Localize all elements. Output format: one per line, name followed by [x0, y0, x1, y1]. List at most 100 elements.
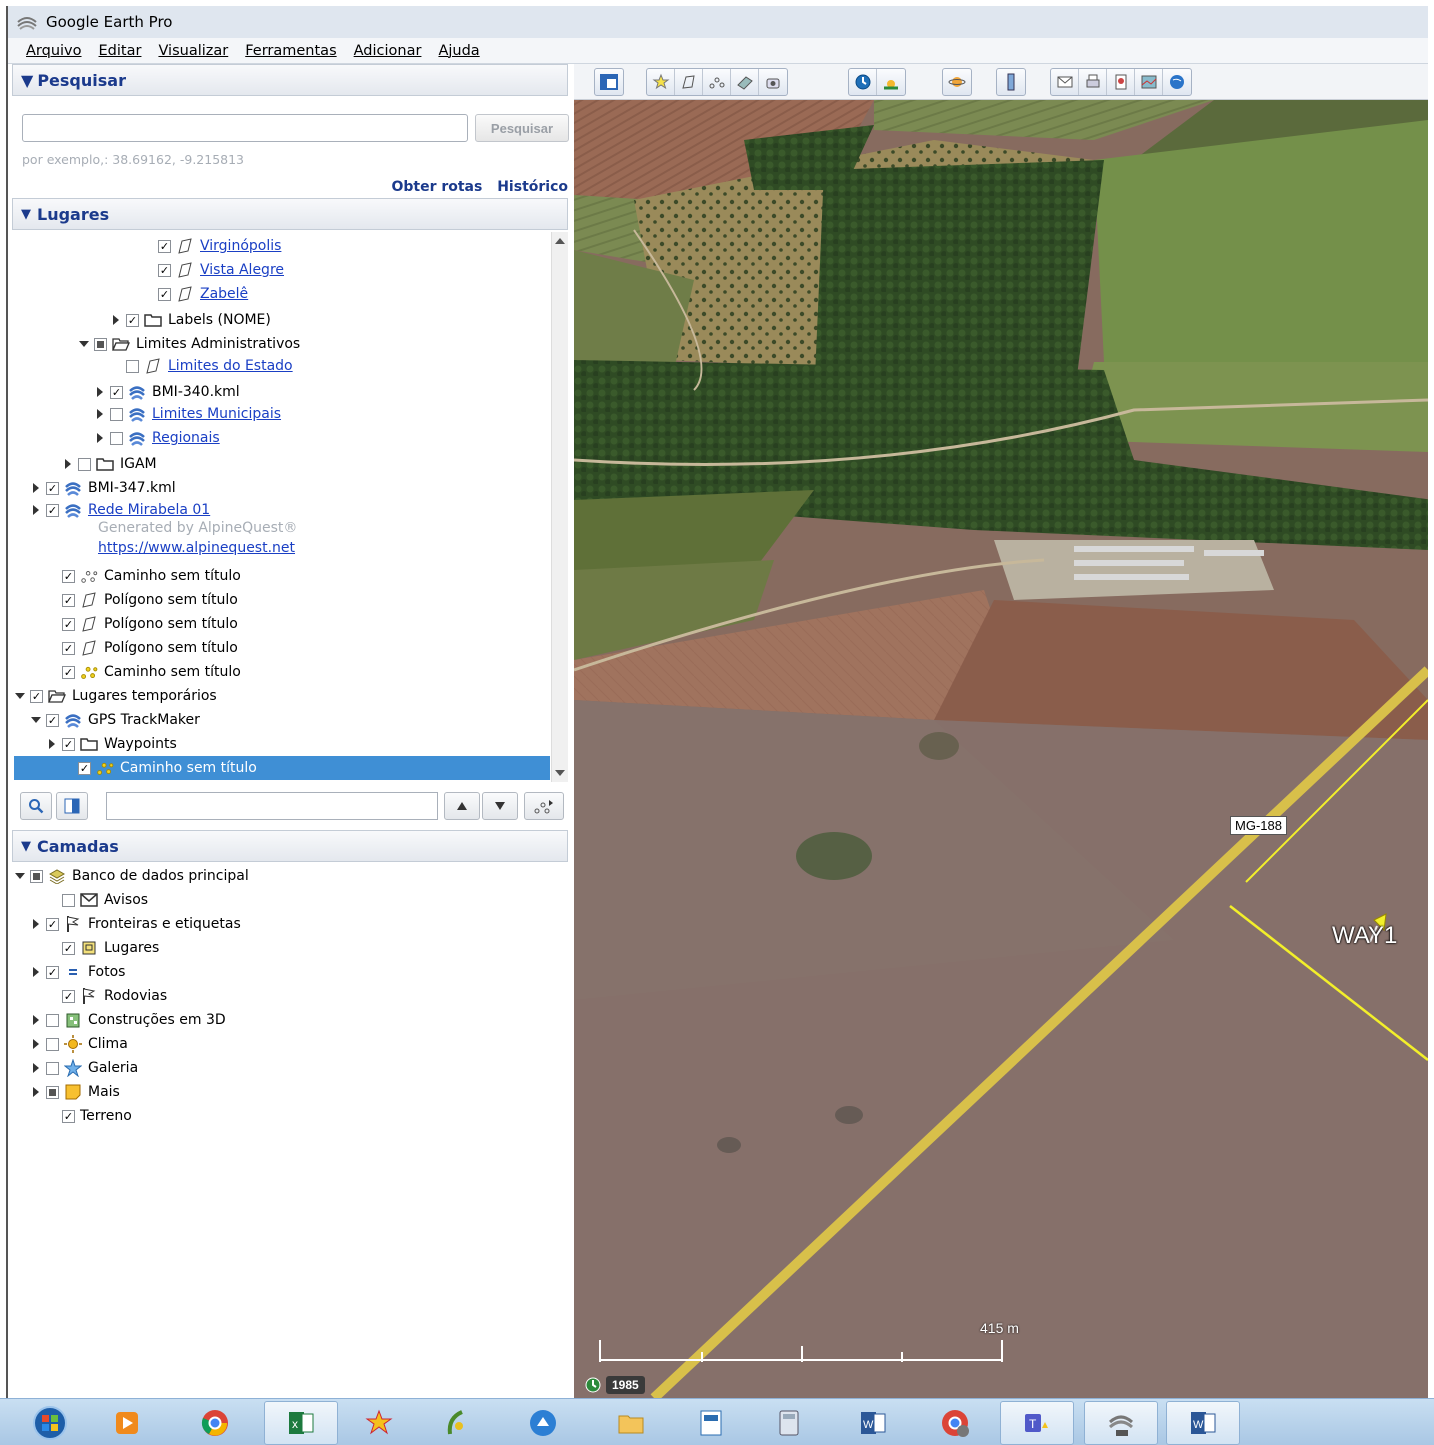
- layers-row[interactable]: Construções em 3D: [30, 1008, 226, 1032]
- print-icon[interactable]: [1079, 69, 1107, 95]
- visibility-checkbox[interactable]: [94, 337, 107, 351]
- description-link[interactable]: https://www.alpinequest.net: [98, 540, 295, 556]
- places-row[interactable]: ✓ BMI-340.kml: [94, 380, 240, 404]
- chrome-icon[interactable]: [178, 1401, 252, 1445]
- places-row[interactable]: ✓ Vista Alegre: [142, 258, 284, 282]
- visibility-checkbox[interactable]: [110, 407, 123, 421]
- search-panel-header[interactable]: ▼ Pesquisar: [12, 64, 568, 96]
- calculator-icon[interactable]: [752, 1401, 826, 1445]
- menu-arquivo[interactable]: Arquivo: [26, 43, 82, 59]
- collapsed-triangle-icon[interactable]: [110, 314, 122, 326]
- expanded-triangle-icon[interactable]: [14, 690, 26, 702]
- expanded-triangle-icon[interactable]: [78, 338, 90, 350]
- word-icon[interactable]: W: [1166, 1401, 1240, 1445]
- start-icon[interactable]: [20, 1401, 80, 1445]
- places-row[interactable]: ✓ Waypoints: [46, 732, 177, 756]
- places-row-label[interactable]: Regionais: [152, 430, 220, 446]
- satellite-imagery[interactable]: [574, 100, 1428, 1398]
- places-panel-header[interactable]: ▼ Lugares: [12, 198, 568, 230]
- places-row[interactable]: ✓ BMI-347.kml: [30, 476, 176, 500]
- collapsed-triangle-icon[interactable]: [94, 386, 106, 398]
- historical-imagery-icon[interactable]: [849, 69, 877, 95]
- visibility-checkbox[interactable]: ✓: [62, 641, 75, 655]
- map-view[interactable]: MG-188 WAY1 415 m 1985: [574, 64, 1428, 1398]
- view-in-maps-icon[interactable]: [1135, 69, 1163, 95]
- places-row[interactable]: Regionais: [94, 426, 220, 450]
- layers-row[interactable]: ✓ Rodovias: [46, 984, 167, 1008]
- places-row[interactable]: https://www.alpinequest.net: [98, 538, 295, 558]
- visibility-checkbox[interactable]: [30, 869, 43, 883]
- expanded-triangle-icon[interactable]: [14, 870, 26, 882]
- places-row-label[interactable]: Vista Alegre: [200, 262, 284, 278]
- add-overlay-icon[interactable]: [731, 69, 759, 95]
- visibility-checkbox[interactable]: [126, 359, 139, 373]
- places-row[interactable]: ✓ GPS TrackMaker: [30, 708, 200, 732]
- layers-row[interactable]: Banco de dados principal: [14, 864, 249, 888]
- visibility-checkbox[interactable]: ✓: [62, 665, 75, 679]
- collapsed-triangle-icon[interactable]: [30, 1014, 42, 1026]
- places-row[interactable]: ✓ Zabelê: [142, 282, 248, 306]
- visibility-checkbox[interactable]: ✓: [62, 617, 75, 631]
- menu-ferramentas[interactable]: Ferramentas: [245, 43, 336, 59]
- collapsed-triangle-icon[interactable]: [30, 504, 42, 516]
- collapsed-triangle-icon[interactable]: [30, 1038, 42, 1050]
- tour-button[interactable]: [524, 792, 564, 820]
- layers-row[interactable]: ✓ Fotos: [30, 960, 125, 984]
- places-row[interactable]: Generated by AlpineQuest®: [98, 518, 297, 538]
- places-row[interactable]: ✓ Labels (NOME): [110, 308, 271, 332]
- earth-globe-icon[interactable]: [1163, 69, 1191, 95]
- visibility-checkbox[interactable]: ✓: [62, 737, 75, 751]
- record-tour-icon[interactable]: [759, 69, 787, 95]
- visibility-checkbox[interactable]: [46, 1061, 59, 1075]
- visibility-checkbox[interactable]: ✓: [62, 593, 75, 607]
- visibility-checkbox[interactable]: ✓: [30, 689, 43, 703]
- visibility-checkbox[interactable]: [62, 893, 75, 907]
- history-link[interactable]: Histórico: [497, 179, 568, 195]
- email-icon[interactable]: [1051, 69, 1079, 95]
- visibility-checkbox[interactable]: ✓: [62, 989, 75, 1003]
- collapsed-triangle-icon[interactable]: [94, 408, 106, 420]
- media-player-icon[interactable]: [90, 1401, 164, 1445]
- visibility-checkbox[interactable]: ✓: [62, 1109, 75, 1123]
- collapsed-triangle-icon[interactable]: [30, 1086, 42, 1098]
- places-row[interactable]: Limites Administrativos: [78, 332, 300, 356]
- visibility-checkbox[interactable]: ✓: [158, 239, 171, 253]
- places-row-label[interactable]: Rede Mirabela 01: [88, 502, 210, 518]
- layers-row[interactable]: ✓ Fronteiras e etiquetas: [30, 912, 241, 936]
- visibility-checkbox[interactable]: ✓: [110, 385, 123, 399]
- chrome-user-icon[interactable]: [918, 1401, 992, 1445]
- places-row[interactable]: ✓ Lugares temporários: [14, 684, 217, 708]
- collapsed-triangle-icon[interactable]: [94, 432, 106, 444]
- toggle-sidebar-button[interactable]: [594, 68, 624, 96]
- places-row-label[interactable]: Limites Municipais: [152, 406, 281, 422]
- layers-row[interactable]: Clima: [30, 1032, 128, 1056]
- layers-panel-header[interactable]: ▼ Camadas: [12, 830, 568, 862]
- scroll-down-icon[interactable]: [555, 770, 565, 776]
- visibility-checkbox[interactable]: ✓: [46, 713, 59, 727]
- visibility-checkbox[interactable]: [46, 1037, 59, 1051]
- places-row-label[interactable]: Virginópolis: [200, 238, 281, 254]
- waypoint-label[interactable]: WAY1: [1332, 922, 1397, 950]
- visibility-checkbox[interactable]: ✓: [158, 263, 171, 277]
- places-row[interactable]: ✓ Polígono sem título: [46, 636, 238, 660]
- visibility-checkbox[interactable]: ✓: [158, 287, 171, 301]
- visibility-checkbox[interactable]: ✓: [126, 313, 139, 327]
- google-earth-icon[interactable]: [1084, 1401, 1158, 1445]
- search-button[interactable]: Pesquisar: [475, 114, 569, 142]
- visibility-checkbox[interactable]: [46, 1085, 59, 1099]
- teams-icon[interactable]: T: [1000, 1401, 1074, 1445]
- collapsed-triangle-icon[interactable]: [46, 738, 58, 750]
- collapsed-triangle-icon[interactable]: [30, 1062, 42, 1074]
- menu-visualizar[interactable]: Visualizar: [158, 43, 228, 59]
- ruler-button[interactable]: [996, 68, 1026, 96]
- collapsed-triangle-icon[interactable]: [30, 918, 42, 930]
- add-path-icon[interactable]: [703, 69, 731, 95]
- places-scrollbar[interactable]: [551, 232, 568, 782]
- visibility-checkbox[interactable]: ✓: [46, 503, 59, 517]
- places-row[interactable]: ✓ Polígono sem título: [46, 612, 238, 636]
- menu-ajuda[interactable]: Ajuda: [438, 43, 479, 59]
- places-filter-input[interactable]: [106, 792, 438, 820]
- visibility-checkbox[interactable]: ✓: [46, 965, 59, 979]
- visibility-checkbox[interactable]: [110, 431, 123, 445]
- toggle-panel-button[interactable]: [56, 792, 88, 820]
